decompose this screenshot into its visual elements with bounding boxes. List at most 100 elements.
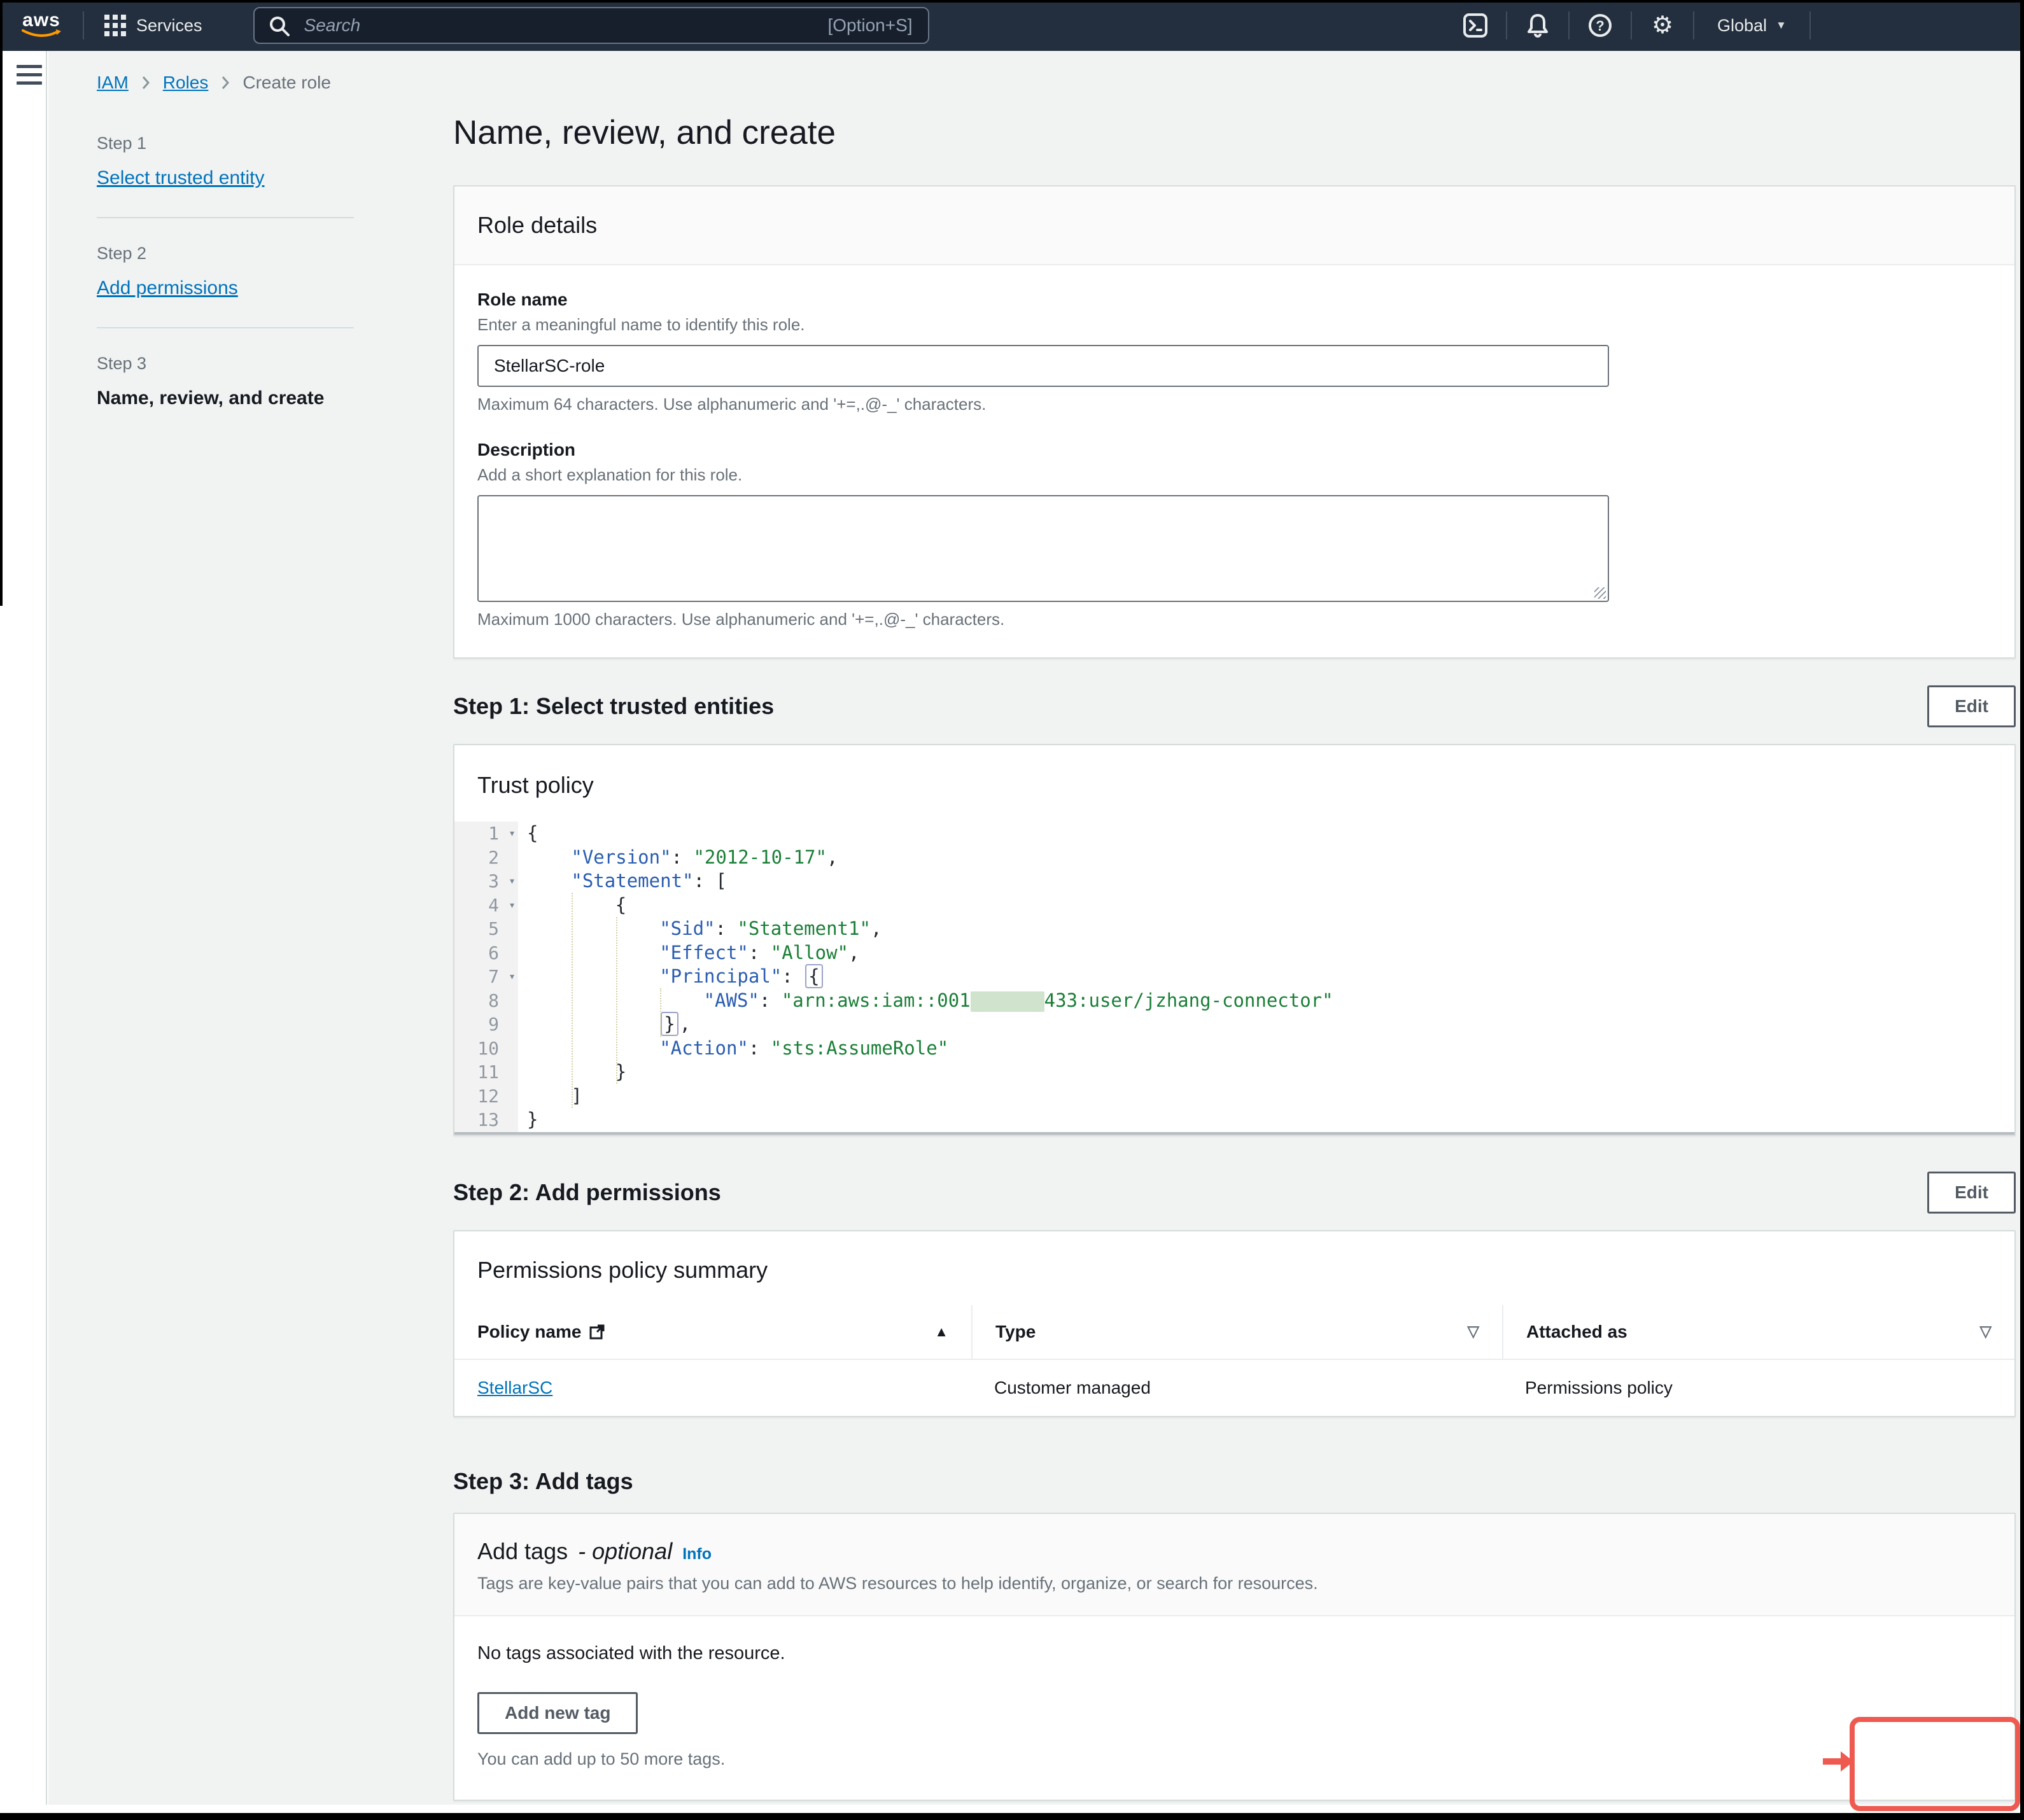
code-text: "Action": "sts:AssumeRole": [518, 1037, 948, 1061]
step1-heading: Step 1: Select trusted entities: [453, 693, 774, 720]
notifications-button[interactable]: [1507, 0, 1568, 51]
permissions-summary-header: Permissions policy summary: [454, 1231, 2014, 1305]
step2-heading-row: Step 2: Add permissions Edit: [453, 1172, 2016, 1214]
annotation-arrow-head: [1841, 1751, 1853, 1772]
policy-link-stellarsc[interactable]: StellarSC: [477, 1378, 552, 1397]
step2-heading: Step 2: Add permissions: [453, 1179, 721, 1206]
settings-button[interactable]: ⚙: [1632, 0, 1693, 51]
help-button[interactable]: ?: [1570, 0, 1631, 51]
aws-smile-icon: [20, 29, 62, 39]
step2-label: Step 2: [97, 244, 354, 263]
step1-heading-row: Step 1: Select trusted entities Edit: [453, 685, 2016, 727]
page-title: Name, review, and create: [453, 113, 2016, 152]
hamburger-menu-icon[interactable]: [17, 65, 42, 90]
screenshot-border: [0, 0, 2024, 3]
nav-step1-select-trusted-entity[interactable]: Select trusted entity: [97, 167, 264, 189]
search-shortcut-hint: [Option+S]: [827, 15, 912, 36]
trust-policy-title: Trust policy: [477, 772, 594, 798]
line-number: 6: [454, 941, 518, 965]
permissions-summary-card: Permissions policy summary Policy name: [453, 1230, 2016, 1417]
fold-caret-icon[interactable]: ▾: [509, 965, 516, 989]
line-number: 1▾: [454, 822, 518, 846]
no-tags-text: No tags associated with the resource.: [477, 1643, 1992, 1664]
code-line: 10"Action": "sts:AssumeRole": [454, 1037, 2014, 1061]
svg-text:?: ?: [1596, 18, 1604, 34]
breadcrumb-roles[interactable]: Roles: [163, 73, 209, 93]
code-text: "Statement": [: [518, 869, 727, 893]
main-column: Name, review, and create Role details Ro…: [453, 51, 2016, 1805]
line-number: 4▾: [454, 893, 518, 918]
step1-label: Step 1: [97, 134, 354, 153]
filter-icon[interactable]: ▽: [1980, 1322, 1992, 1341]
info-link[interactable]: Info: [682, 1545, 712, 1564]
line-number: 13: [454, 1108, 518, 1132]
region-label: Global: [1717, 16, 1767, 36]
services-menu-button[interactable]: Services: [84, 0, 221, 51]
search-icon: [269, 15, 290, 37]
code-text: {: [518, 822, 538, 846]
redaction-box: [971, 991, 1044, 1012]
line-number: 12: [454, 1084, 518, 1109]
code-line: 2"Version": "2012-10-17",: [454, 846, 2014, 870]
cloudshell-button[interactable]: [1445, 0, 1506, 51]
chevron-down-icon: ▼: [1776, 19, 1787, 32]
description-help: Add a short explanation for this role.: [477, 465, 1992, 485]
question-circle-icon: ?: [1587, 13, 1613, 38]
region-selector[interactable]: Global ▼: [1694, 16, 1810, 36]
line-number: 8: [454, 989, 518, 1013]
breadcrumb-chevron-icon: [141, 75, 150, 90]
description-textarea[interactable]: [477, 495, 1609, 602]
breadcrumb: IAM Roles Create role: [97, 73, 331, 93]
add-tags-card: Add tags - optional Info Tags are key-va…: [453, 1513, 2016, 1801]
role-details-body: Role name Enter a meaningful name to ide…: [454, 265, 2014, 657]
topbar-right-controls: ? ⚙ Global ▼: [1445, 0, 1811, 51]
line-number: 11: [454, 1060, 518, 1084]
policy-type-cell: Customer managed: [971, 1360, 1502, 1416]
column-header-policy-name[interactable]: Policy name ▲: [454, 1305, 971, 1359]
aws-logo[interactable]: aws: [0, 12, 83, 39]
nav-step3-current: Name, review, and create: [97, 388, 354, 409]
resize-grip-icon[interactable]: [1594, 587, 1606, 599]
code-text: "Principal": {: [518, 965, 824, 989]
fold-caret-icon[interactable]: ▾: [509, 869, 516, 893]
line-number: 10: [454, 1037, 518, 1061]
column-header-attached-as[interactable]: Attached as ▽: [1502, 1305, 2014, 1359]
code-line: 3▾"Statement": [: [454, 869, 2014, 893]
code-line: 12]: [454, 1084, 2014, 1109]
fold-caret-icon[interactable]: ▾: [509, 822, 516, 846]
collapsed-side-nav: [0, 51, 47, 1805]
role-name-input[interactable]: [477, 345, 1609, 387]
gear-icon: ⚙: [1652, 13, 1673, 38]
breadcrumb-current: Create role: [242, 73, 331, 93]
services-grid-icon: [103, 13, 127, 38]
code-line: 5"Sid": "Statement1",: [454, 917, 2014, 941]
edit-permissions-button[interactable]: Edit: [1927, 1172, 2016, 1214]
nav-step2-add-permissions[interactable]: Add permissions: [97, 277, 238, 299]
screenshot-border: [2020, 0, 2024, 1820]
type-column-label: Type: [995, 1322, 1036, 1342]
cloudshell-terminal-icon: [1463, 13, 1488, 38]
top-navigation-bar: aws Services [Option+S]: [0, 0, 2024, 51]
role-details-card: Role details Role name Enter a meaningfu…: [453, 185, 2016, 659]
trust-policy-code-editor: 1▾{2"Version": "2012-10-17",3▾"Statement…: [454, 822, 2014, 1135]
code-text: },: [518, 1012, 691, 1037]
column-header-type[interactable]: Type ▽: [971, 1305, 1502, 1359]
trust-policy-card: Trust policy 1▾{2"Version": "2012-10-17"…: [453, 744, 2016, 1136]
services-label: Services: [136, 16, 202, 36]
permissions-table: Policy name ▲ Type ▽: [454, 1305, 2014, 1416]
edit-trusted-entities-button[interactable]: Edit: [1927, 685, 2016, 727]
breadcrumb-iam[interactable]: IAM: [97, 73, 129, 93]
sort-ascending-icon[interactable]: ▲: [934, 1324, 948, 1340]
step3-label: Step 3: [97, 354, 354, 374]
code-line: 6"Effect": "Allow",: [454, 941, 2014, 965]
fold-caret-icon[interactable]: ▾: [509, 893, 516, 918]
attached-as-column-label: Attached as: [1526, 1322, 1627, 1342]
bell-icon: [1525, 13, 1550, 38]
filter-icon[interactable]: ▽: [1468, 1322, 1479, 1341]
code-text: "Version": "2012-10-17",: [518, 846, 838, 870]
line-number: 9: [454, 1012, 518, 1037]
step3-heading: Step 3: Add tags: [453, 1468, 633, 1495]
add-new-tag-button[interactable]: Add new tag: [477, 1692, 638, 1734]
code-text: }: [518, 1108, 538, 1132]
add-tags-title: Add tags: [477, 1538, 568, 1565]
